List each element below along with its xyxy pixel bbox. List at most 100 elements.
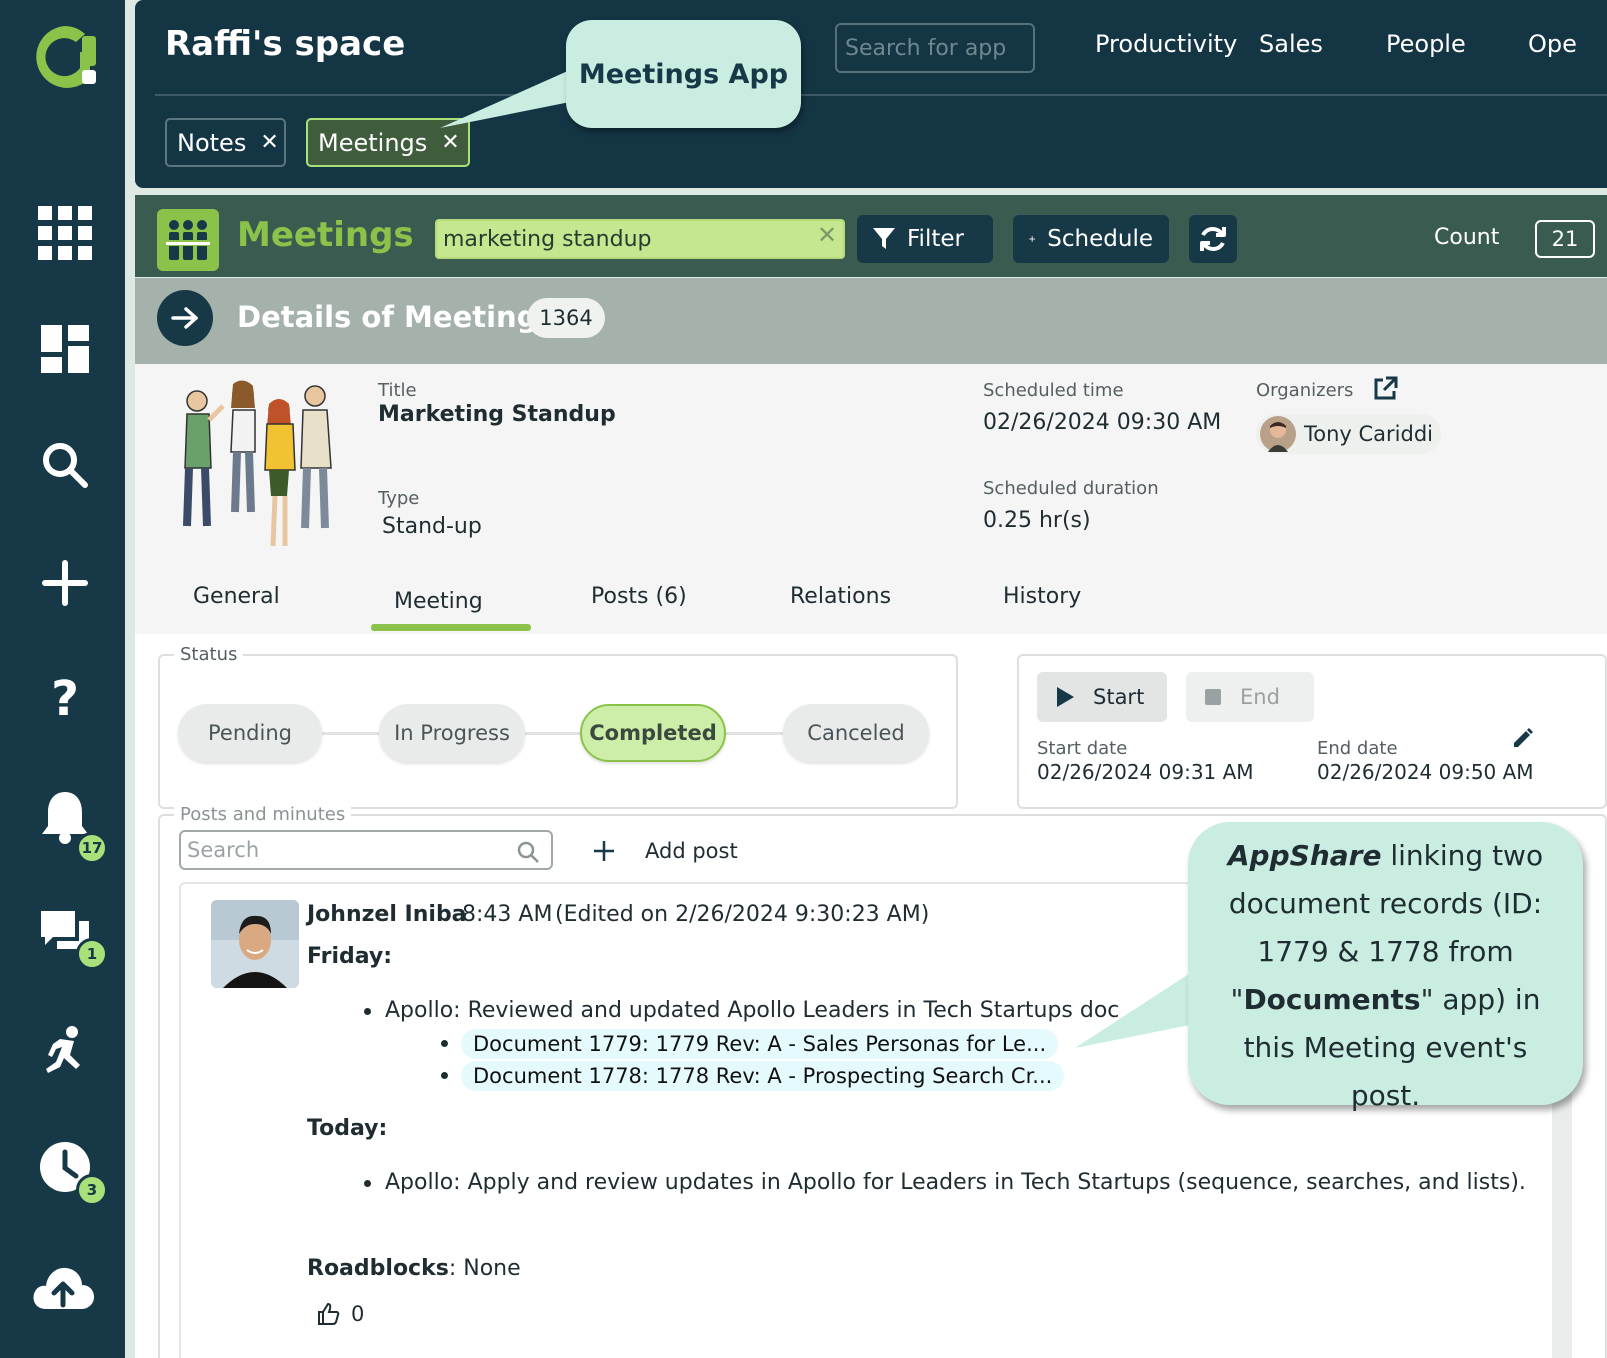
status-pending[interactable]: Pending	[178, 704, 322, 762]
document-link-1779[interactable]: Document 1779: 1779 Rev: A - Sales Perso…	[461, 1029, 1059, 1059]
filter-icon	[873, 228, 895, 249]
appshare-callout-text: AppShare linking two document records (I…	[1210, 832, 1561, 1120]
dashboard-icon[interactable]	[36, 320, 94, 378]
tab-meeting[interactable]: Meeting	[394, 589, 483, 614]
end-label: End	[1240, 685, 1280, 709]
meeting-people-illustration	[183, 380, 332, 547]
like-button[interactable]: 0	[317, 1302, 364, 1326]
nav-operations[interactable]: Ope	[1528, 30, 1577, 58]
bullet	[441, 1040, 448, 1047]
nav-productivity[interactable]: Productivity	[1095, 30, 1237, 58]
appshare-term: AppShare	[1227, 839, 1382, 872]
end-date-value: 02/26/2024 09:50 AM	[1317, 760, 1534, 784]
scheduled-time-label: Scheduled time	[983, 380, 1124, 401]
clear-search-icon[interactable]: ✕	[817, 221, 837, 249]
plus-icon	[1029, 236, 1036, 242]
friday-item: Apollo: Reviewed and updated Apollo Lead…	[385, 998, 1120, 1023]
meetings-search-input[interactable]	[435, 219, 845, 259]
details-header: Details of Meetings 1364	[135, 278, 1607, 364]
scheduled-duration-value: 0.25 hr(s)	[983, 508, 1091, 533]
nav-sales[interactable]: Sales	[1259, 30, 1323, 58]
type-value: Stand-up	[382, 514, 482, 539]
close-icon[interactable]: ✕	[260, 130, 278, 155]
scheduled-duration-label: Scheduled duration	[983, 478, 1159, 499]
roadblocks-value: : None	[448, 1256, 521, 1281]
status-in-progress[interactable]: In Progress	[379, 704, 525, 762]
post-author[interactable]: Johnzel Iniba	[307, 902, 467, 927]
refresh-icon	[1200, 227, 1226, 251]
activity-icon[interactable]	[36, 1022, 94, 1080]
active-tab-indicator	[371, 624, 531, 631]
posts-search-input[interactable]	[179, 830, 553, 870]
space-title: Raffi's space	[165, 24, 406, 64]
today-item: Apollo: Apply and review updates in Apol…	[385, 1170, 1526, 1195]
tab-chip-notes[interactable]: Notes ✕	[165, 118, 286, 167]
organizers-label: Organizers	[1256, 380, 1354, 401]
organizer-name: Tony Cariddi	[1304, 422, 1434, 446]
sidebar: ? 17 1 3	[0, 0, 125, 1358]
today-heading: Today:	[307, 1116, 388, 1141]
details-title: Details of Meetings	[237, 300, 555, 334]
type-label: Type	[378, 488, 420, 509]
help-icon[interactable]: ?	[36, 670, 94, 728]
nav-people[interactable]: People	[1386, 30, 1466, 58]
title-label: Title	[378, 380, 417, 401]
bullet	[364, 1008, 371, 1015]
posts-legend: Posts and minutes	[174, 804, 352, 825]
start-date-label: Start date	[1037, 738, 1128, 759]
start-button[interactable]: Start	[1037, 672, 1167, 722]
tab-general[interactable]: General	[193, 584, 280, 609]
post-edited-note: (Edited on 2/26/2024 9:30:23 AM)	[555, 902, 930, 927]
end-date-label: End date	[1317, 738, 1398, 759]
status-completed[interactable]: Completed	[580, 704, 726, 762]
post-scrollbar[interactable]	[1552, 1085, 1572, 1358]
schedule-button[interactable]: Schedule	[1013, 215, 1169, 263]
record-summary: Title Marketing Standup Type Stand-up Sc…	[135, 364, 1607, 634]
callout-pointer	[440, 70, 580, 128]
bullet	[441, 1072, 448, 1079]
close-icon[interactable]: ✕	[441, 130, 459, 155]
scheduled-time-value: 02/26/2024 09:30 AM	[983, 410, 1222, 435]
tab-history[interactable]: History	[1003, 584, 1081, 609]
document-link-1778[interactable]: Document 1778: 1778 Rev: A - Prospecting…	[461, 1061, 1065, 1091]
app-name: Meetings	[237, 215, 414, 255]
add-post-button[interactable]: Add post	[593, 834, 738, 868]
title-value: Marketing Standup	[378, 402, 616, 427]
tab-relations[interactable]: Relations	[790, 584, 891, 609]
timers-badge: 3	[76, 1174, 108, 1206]
external-link-icon[interactable]	[1372, 376, 1398, 402]
tab-chip-label: Meetings	[318, 128, 428, 157]
filter-button[interactable]: Filter	[857, 215, 993, 263]
search-icon[interactable]	[36, 436, 94, 494]
status-connector	[720, 732, 790, 735]
top-bar: Raffi's space Productivity Sales People …	[135, 0, 1607, 188]
friday-heading: Friday:	[307, 944, 393, 969]
add-icon[interactable]	[36, 554, 94, 612]
apps-grid-icon[interactable]	[36, 204, 94, 262]
tab-chip-label: Notes	[177, 128, 247, 157]
add-post-label: Add post	[645, 839, 738, 863]
count-label: Count	[1434, 225, 1500, 250]
start-date-value: 02/26/2024 09:31 AM	[1037, 760, 1254, 784]
bullet	[364, 1180, 371, 1187]
status-canceled[interactable]: Canceled	[783, 704, 929, 762]
start-label: Start	[1093, 685, 1145, 709]
end-button[interactable]: End	[1186, 672, 1314, 722]
thumbs-up-icon	[318, 1302, 340, 1325]
refresh-button[interactable]	[1189, 215, 1237, 263]
app-logo[interactable]	[30, 22, 100, 92]
edit-pencil-icon[interactable]	[1511, 726, 1535, 750]
stop-icon	[1205, 689, 1221, 705]
appshare-callout: AppShare linking two document records (I…	[1188, 822, 1583, 1112]
messages-badge: 1	[76, 938, 108, 970]
app-search-input[interactable]	[835, 23, 1035, 73]
arrow-right-icon[interactable]	[157, 290, 213, 346]
play-icon	[1057, 687, 1074, 707]
like-count: 0	[351, 1302, 365, 1326]
cloud-upload-icon[interactable]	[30, 1258, 96, 1316]
tab-posts[interactable]: Posts (6)	[591, 584, 687, 609]
schedule-label: Schedule	[1047, 226, 1153, 252]
notifications-badge: 17	[76, 832, 108, 864]
author-avatar	[211, 900, 299, 988]
organizer-chip[interactable]: Tony Cariddi	[1256, 414, 1442, 454]
